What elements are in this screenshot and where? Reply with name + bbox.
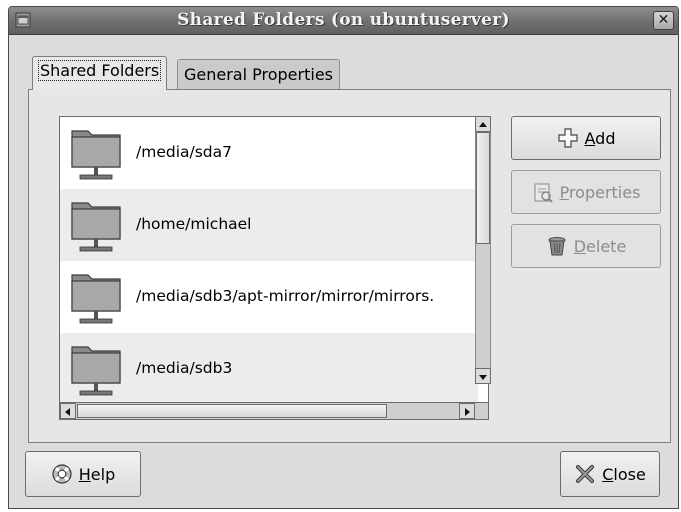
network-folder-icon	[71, 274, 121, 324]
folder-path: /home/michael	[136, 215, 252, 233]
shared-folders-list[interactable]: /media/sda7 /home/michael /media/sdb3/ap…	[59, 116, 489, 403]
network-folder-icon	[71, 346, 121, 396]
folder-path: /media/sda7	[136, 143, 232, 161]
arrow-down-icon	[479, 375, 487, 380]
properties-button[interactable]: Properties	[511, 170, 661, 214]
title-bar[interactable]: Shared Folders (on ubuntuserver) ✕	[9, 7, 678, 35]
close-window-icon: ✕	[657, 12, 670, 28]
tab-general-properties-label: General Properties	[184, 65, 333, 84]
properties-rest: roperties	[568, 182, 641, 202]
list-item[interactable]: /media/sda7	[60, 117, 478, 189]
arrow-left-icon	[65, 408, 70, 416]
dialog-window: Shared Folders (on ubuntuserver) ✕ Share…	[8, 6, 679, 509]
add-button[interactable]: Add	[511, 116, 661, 160]
vertical-scroll-thumb[interactable]	[476, 132, 490, 244]
shared-folders-panel: /media/sda7 /home/michael /media/sdb3/ap…	[28, 89, 671, 443]
add-button-label: Add	[585, 129, 616, 148]
scroll-down-button[interactable]	[475, 368, 491, 384]
arrow-right-icon	[465, 408, 470, 416]
tab-shared-folders[interactable]: Shared Folders	[32, 56, 168, 90]
delete-accel: D	[573, 236, 587, 256]
close-button-label: Close	[602, 465, 646, 484]
x-icon	[576, 465, 595, 483]
lifebuoy-icon	[52, 464, 72, 484]
properties-accel: P	[559, 182, 569, 202]
help-button[interactable]: Help	[25, 451, 141, 497]
properties-button-label: Properties	[560, 183, 641, 202]
tab-general-properties[interactable]: General Properties	[177, 59, 340, 90]
add-rest: dd	[595, 128, 616, 148]
plus-icon	[557, 128, 578, 148]
delete-rest: elete	[586, 236, 627, 256]
scroll-left-button[interactable]	[60, 403, 76, 419]
network-folder-icon	[71, 130, 121, 180]
help-rest: elp	[90, 464, 116, 484]
add-accel: A	[584, 128, 596, 148]
list-item[interactable]: /media/sdb3/apt-mirror/mirror/mirrors.	[60, 261, 478, 333]
help-button-label: Help	[79, 465, 115, 484]
list-item[interactable]: /home/michael	[60, 189, 478, 261]
trash-icon	[548, 237, 566, 256]
close-accel: C	[602, 464, 614, 484]
properties-icon	[534, 183, 553, 203]
scroll-right-button[interactable]	[459, 403, 475, 419]
folder-path: /media/sdb3	[136, 359, 233, 377]
list-item[interactable]: /media/sdb3	[60, 333, 478, 402]
horizontal-scroll-thumb[interactable]	[77, 404, 387, 418]
tab-shared-folders-label: Shared Folders	[37, 60, 162, 81]
window-title: Shared Folders (on ubuntuserver)	[177, 10, 510, 30]
help-accel: H	[78, 464, 91, 484]
close-rest: lose	[613, 464, 646, 484]
delete-button-label: Delete	[574, 237, 627, 256]
delete-button[interactable]: Delete	[511, 224, 661, 268]
arrow-up-icon	[479, 122, 487, 127]
close-window-button[interactable]: ✕	[653, 11, 674, 30]
folder-path: /media/sdb3/apt-mirror/mirror/mirrors.	[136, 287, 435, 305]
network-folder-icon	[71, 202, 121, 252]
close-button[interactable]: Close	[560, 451, 660, 497]
scroll-up-button[interactable]	[475, 116, 491, 132]
